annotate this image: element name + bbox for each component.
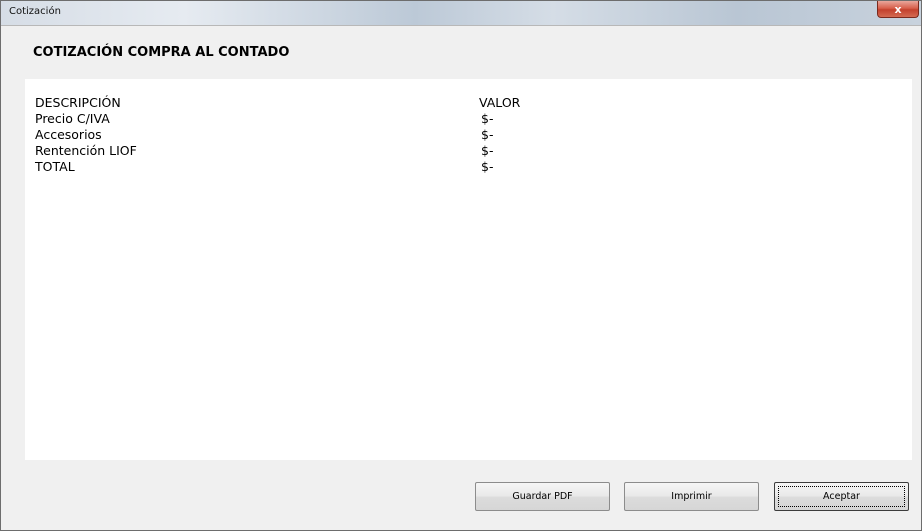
close-icon: x (894, 2, 902, 16)
row-value: $- (481, 143, 494, 158)
quote-panel: DESCRIPCIÓN VALOR Precio C/IVA $- Acceso… (25, 79, 912, 460)
table-row: Rentención LIOF $- (35, 143, 735, 159)
row-value: $- (481, 159, 494, 174)
table-row: Precio C/IVA $- (35, 111, 735, 127)
row-description: Accesorios (35, 127, 102, 142)
page-title: COTIZACIÓN COMPRA AL CONTADO (33, 45, 290, 60)
row-description: TOTAL (35, 159, 75, 174)
accept-button[interactable]: Aceptar (774, 482, 909, 511)
accept-label: Aceptar (823, 491, 860, 502)
row-description: Precio C/IVA (35, 111, 110, 126)
row-description: Rentención LIOF (35, 143, 137, 158)
window-title: Cotización (9, 6, 61, 17)
column-header-description: DESCRIPCIÓN (35, 95, 121, 110)
row-value: $- (481, 127, 494, 142)
save-pdf-label: Guardar PDF (512, 491, 573, 502)
table-row: Accesorios $- (35, 127, 735, 143)
print-button[interactable]: Imprimir (624, 482, 759, 511)
title-bar[interactable]: Cotización x (1, 1, 921, 26)
save-pdf-button[interactable]: Guardar PDF (475, 482, 610, 511)
column-header-value: VALOR (479, 95, 521, 110)
table-row: TOTAL $- (35, 159, 735, 175)
print-label: Imprimir (671, 491, 712, 502)
table-header: DESCRIPCIÓN VALOR (35, 95, 735, 111)
row-value: $- (481, 111, 494, 126)
dialog-window: Cotización x COTIZACIÓN COMPRA AL CONTAD… (0, 0, 922, 531)
close-button[interactable]: x (877, 1, 919, 18)
